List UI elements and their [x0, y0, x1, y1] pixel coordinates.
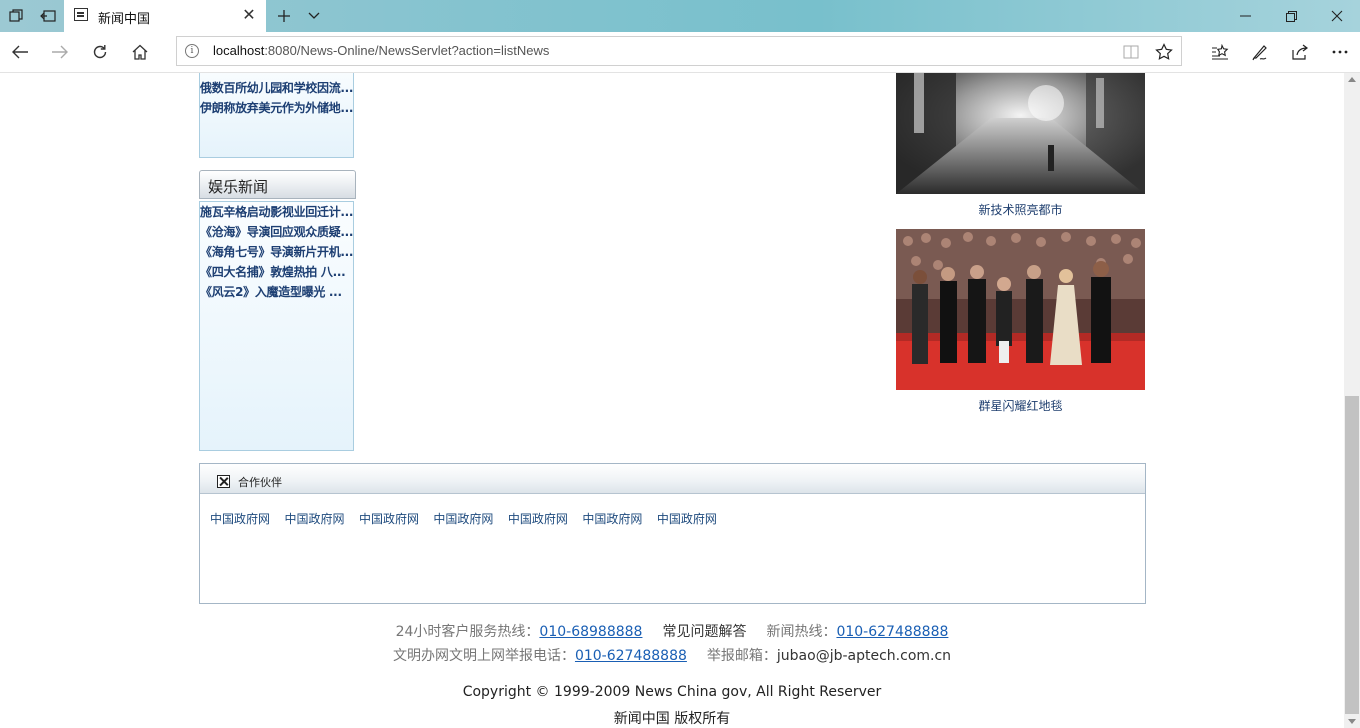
- close-tab-icon[interactable]: ✕: [239, 6, 259, 26]
- set-tabs-aside-icon[interactable]: [32, 0, 64, 32]
- minimize-icon[interactable]: [1222, 0, 1268, 32]
- footer-report: 文明办网文明上网举报电话：010-627488888 举报邮箱：jubao@jb-…: [0, 645, 1344, 665]
- page-viewport: 俄数百所幼儿园和学校因流... 伊朗称放弃美元作为外储地... 娱乐新闻 施瓦辛…: [0, 73, 1344, 728]
- partner-link[interactable]: 中国政府网: [433, 512, 493, 526]
- address-path: :8080/News-Online/NewsServlet?action=lis…: [264, 43, 550, 58]
- hotline-label: 24小时客户服务热线：: [395, 624, 540, 640]
- ent-news-header: 娱乐新闻: [199, 170, 356, 199]
- address-host: localhost: [213, 43, 265, 58]
- partner-link[interactable]: 中国政府网: [508, 512, 568, 526]
- news-link[interactable]: 《沧海》导演回应观众质疑...: [200, 222, 353, 242]
- scroll-up-icon[interactable]: [1348, 77, 1356, 82]
- navigation-bar: i localhost:8080/News-Online/NewsServlet…: [0, 32, 1360, 73]
- tab-title: 新闻中国: [98, 12, 151, 27]
- broken-image-icon: [217, 475, 230, 488]
- partner-link[interactable]: 中国政府网: [582, 512, 642, 526]
- intl-news-box: 俄数百所幼儿园和学校因流... 伊朗称放弃美元作为外储地...: [199, 73, 354, 158]
- news-link[interactable]: 《风云2》入魔造型曝光 ...: [200, 282, 353, 302]
- vertical-scrollbar[interactable]: [1344, 73, 1360, 728]
- news-link[interactable]: 伊朗称放弃美元作为外储地...: [200, 98, 353, 118]
- share-icon[interactable]: [1282, 36, 1318, 68]
- scroll-down-icon[interactable]: [1348, 719, 1356, 724]
- red-carpet-photo[interactable]: [896, 229, 1145, 390]
- partner-links: 中国政府网 中国政府网 中国政府网 中国政府网 中国政府网 中国政府网 中国政府…: [210, 510, 727, 528]
- favorite-star-icon[interactable]: [1155, 43, 1173, 66]
- partner-link[interactable]: 中国政府网: [210, 512, 270, 526]
- partner-link[interactable]: 中国政府网: [657, 512, 717, 526]
- pen-icon[interactable]: [1242, 36, 1278, 68]
- city-night-photo[interactable]: [896, 73, 1145, 194]
- restore-icon[interactable]: [1268, 0, 1314, 32]
- refresh-icon[interactable]: [82, 36, 118, 68]
- new-tab-icon[interactable]: [268, 0, 300, 32]
- copyright: Copyright © 1999-2009 News China gov, Al…: [462, 684, 882, 700]
- home-icon[interactable]: [122, 36, 158, 68]
- news-link[interactable]: 俄数百所幼儿园和学校因流...: [200, 78, 353, 98]
- partners-title: 合作伙伴: [238, 476, 282, 489]
- report-email[interactable]: jubao@jb-aptech.com.cn: [777, 648, 951, 664]
- scroll-thumb[interactable]: [1345, 396, 1359, 714]
- page-icon: [74, 8, 88, 21]
- chevron-down-icon[interactable]: [298, 0, 330, 32]
- news-link[interactable]: 《海角七号》导演新片开机...: [200, 242, 353, 262]
- close-window-icon[interactable]: [1314, 0, 1360, 32]
- title-bar: 新闻中国 ✕: [0, 0, 1360, 32]
- news-link[interactable]: 《四大名捕》敦煌热拍 八...: [200, 262, 353, 282]
- address-bar[interactable]: i localhost:8080/News-Online/NewsServlet…: [176, 36, 1182, 66]
- ent-news-title: 娱乐新闻: [208, 178, 269, 196]
- report-number[interactable]: 010-627488888: [575, 648, 687, 664]
- ent-news-box: 施瓦辛格启动影视业回迁计... 《沧海》导演回应观众质疑... 《海角七号》导演…: [199, 201, 354, 451]
- site-info-icon[interactable]: i: [185, 44, 199, 58]
- news-link[interactable]: 施瓦辛格启动影视业回迁计...: [200, 202, 353, 222]
- browser-tab[interactable]: 新闻中国 ✕: [64, 0, 266, 32]
- photo-caption[interactable]: 新技术照亮都市: [896, 201, 1145, 218]
- tab-actions-icon[interactable]: [0, 0, 32, 32]
- report-label: 文明办网文明上网举报电话：: [392, 648, 575, 664]
- more-options-icon[interactable]: [1322, 36, 1358, 68]
- partner-link[interactable]: 中国政府网: [359, 512, 419, 526]
- reading-view-icon[interactable]: [1123, 45, 1139, 64]
- rights-reserved: 新闻中国 版权所有: [613, 711, 731, 727]
- forward-icon: [42, 36, 78, 68]
- partners-header: 合作伙伴: [200, 464, 1145, 494]
- address-text[interactable]: localhost:8080/News-Online/NewsServlet?a…: [213, 43, 549, 58]
- photo-caption[interactable]: 群星闪耀红地毯: [896, 397, 1145, 414]
- news-hotline-number[interactable]: 010-627488888: [836, 624, 948, 640]
- partners-panel: 合作伙伴 中国政府网 中国政府网 中国政府网 中国政府网 中国政府网 中国政府网…: [199, 463, 1146, 604]
- favorites-hub-icon[interactable]: [1202, 36, 1238, 68]
- partner-link[interactable]: 中国政府网: [284, 512, 344, 526]
- news-hotline-label: 新闻热线：: [766, 624, 837, 640]
- footer-hotlines: 24小时客户服务热线：010-68988888 常见问题解答 新闻热线：010-62…: [0, 621, 1344, 641]
- back-icon[interactable]: [2, 36, 38, 68]
- email-label: 举报邮箱：: [706, 648, 777, 664]
- faq-link[interactable]: 常见问题解答: [662, 624, 746, 640]
- hotline-number[interactable]: 010-68988888: [539, 624, 642, 640]
